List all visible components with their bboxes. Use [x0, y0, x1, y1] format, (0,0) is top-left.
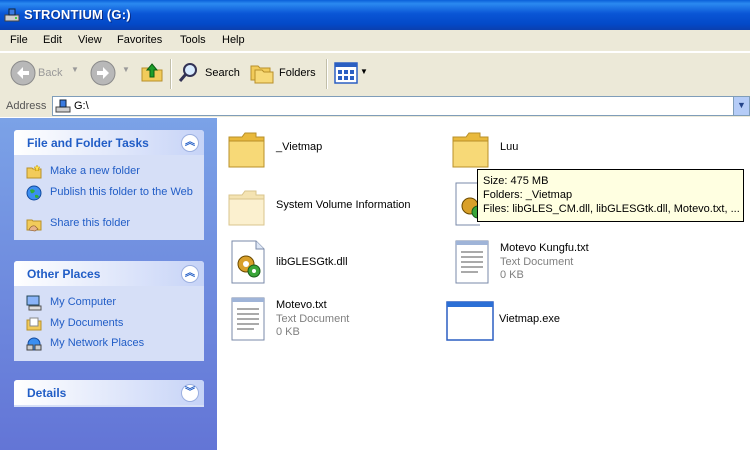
panel-header[interactable]: File and Folder Tasks ︽ [14, 130, 204, 155]
network-places-icon [26, 337, 42, 351]
my-documents-icon [26, 317, 42, 331]
panel-title: File and Folder Tasks [27, 136, 149, 150]
menu-bar: File Edit View Favorites Tools Help [0, 30, 750, 52]
toolbar-separator [326, 59, 328, 89]
collapse-icon[interactable]: ︽ [181, 134, 199, 152]
folder-info-tooltip: Size: 475 MB Folders: _Vietmap Files: li… [477, 169, 744, 222]
chevron-down-icon: ▼ [122, 65, 130, 74]
file-folder-tasks-panel: File and Folder Tasks ︽ Make a new folde… [14, 130, 204, 240]
folders-button[interactable]: Folders [250, 53, 320, 93]
tooltip-files: Files: libGLES_CM.dll, libGLESGtk.dll, M… [483, 203, 740, 215]
tooltip-size: Size: 475 MB [483, 175, 549, 187]
up-folder-icon [141, 63, 163, 82]
forward-arrow-icon [90, 60, 116, 86]
other-places-panel: Other Places ︽ My Computer My Documents … [14, 261, 204, 361]
views-icon [334, 62, 358, 84]
collapse-icon[interactable]: ︽ [181, 265, 199, 283]
drive-icon [55, 99, 71, 113]
task-pane: File and Folder Tasks ︽ Make a new folde… [0, 118, 217, 450]
my-computer-icon [26, 295, 42, 311]
menu-file[interactable]: File [10, 34, 28, 46]
search-icon [178, 63, 197, 82]
folders-icon [250, 65, 274, 84]
views-button[interactable]: ▼ [332, 53, 368, 93]
toolbar-separator [170, 59, 172, 89]
title-bar: STRONTIUM (G:) [0, 0, 750, 30]
share-folder-icon [26, 219, 42, 232]
address-dropdown-button[interactable]: ▼ [733, 97, 749, 115]
address-label: Address [6, 100, 47, 112]
hidden-folder-icon [228, 190, 265, 226]
chevron-down-icon: ▼ [71, 65, 79, 74]
menu-edit[interactable]: Edit [43, 34, 62, 46]
back-arrow-icon [10, 60, 36, 86]
text-file-icon [455, 240, 489, 284]
expand-icon[interactable]: ︾ [181, 384, 199, 402]
chevron-down-icon: ▼ [737, 100, 746, 110]
back-button[interactable]: Back ▼ [8, 53, 88, 93]
menu-favorites[interactable]: Favorites [117, 34, 162, 46]
panel-header[interactable]: Other Places ︽ [14, 261, 204, 286]
tooltip-folders: Folders: _Vietmap [483, 189, 573, 201]
address-input[interactable]: G:\ ▼ [52, 96, 750, 116]
forward-button[interactable]: ▼ [90, 53, 130, 93]
folder-icon [452, 132, 489, 168]
exe-window-icon [446, 301, 494, 341]
text-file-icon [231, 297, 265, 341]
search-button[interactable]: Search [176, 53, 242, 93]
dll-file-icon [455, 182, 480, 226]
panel-title: Other Places [27, 267, 101, 281]
globe-icon [26, 185, 42, 201]
toolbar: Back ▼ ▼ Search Folders ▼ [0, 52, 750, 96]
address-bar: Address G:\ ▼ [0, 95, 750, 117]
address-path: G:\ [74, 100, 89, 112]
up-folder-button[interactable] [140, 53, 166, 93]
panel-header[interactable]: Details ︾ [14, 380, 204, 405]
details-panel: Details ︾ [14, 380, 204, 407]
menu-help[interactable]: Help [222, 34, 245, 46]
chevron-down-icon: ▼ [360, 67, 368, 76]
panel-title: Details [27, 386, 67, 400]
menu-view[interactable]: View [78, 34, 102, 46]
dll-file-icon [231, 240, 265, 284]
drive-icon [4, 8, 20, 22]
menu-tools[interactable]: Tools [180, 34, 206, 46]
window-title: STRONTIUM (G:) [24, 7, 131, 22]
new-folder-icon [26, 164, 42, 179]
folder-icon [228, 132, 265, 168]
file-item-partially-hidden-dll[interactable] [450, 180, 480, 228]
